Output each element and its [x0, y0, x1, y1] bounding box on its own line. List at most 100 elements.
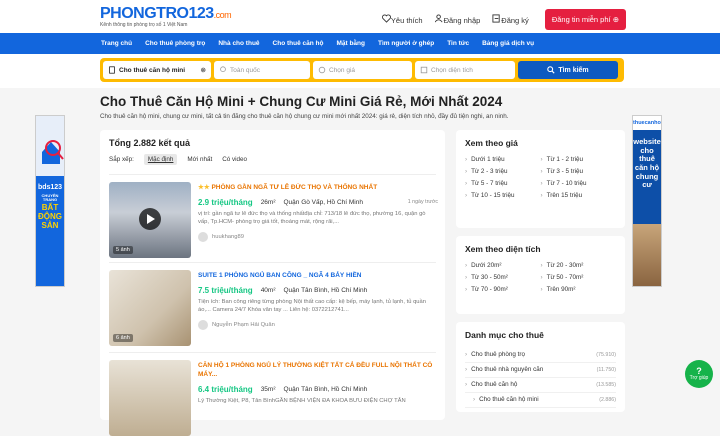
area-option[interactable]: Trên 90m²	[541, 286, 617, 293]
banner-thuecanho123[interactable]: thuecanho123.com website cho thuê căn hộ…	[632, 115, 662, 287]
category-item[interactable]: Cho thuê phòng trọ(75.910)	[465, 348, 616, 363]
price-option[interactable]: Từ 2 - 3 triệu	[465, 168, 541, 175]
price-tag-icon	[318, 66, 326, 74]
listing-desc: Tiện ích: Ban công riêng từng phòng Nội …	[198, 298, 426, 313]
building-icon	[109, 66, 115, 74]
sort-bar: Sắp xếp: Mặc định Mới nhất Có video	[109, 154, 436, 165]
listing-location: Quận Tân Bình, Hồ Chí Minh	[283, 385, 368, 393]
nav-house-rent[interactable]: Nhà cho thuê	[218, 40, 259, 47]
nav-premises[interactable]: Mặt bằng	[336, 40, 365, 47]
login-link[interactable]: Đăng nhập	[434, 14, 480, 25]
area-option[interactable]: Từ 30 - 50m²	[465, 274, 541, 281]
listing-author: Nguyễn Phạm Hải Quân	[212, 322, 275, 329]
search-icon	[547, 66, 555, 74]
area-filter-title: Xem theo diện tích	[465, 244, 541, 254]
category-item[interactable]: Cho thuê nhà nguyên căn(11.750)	[465, 363, 616, 378]
area-option[interactable]: Từ 70 - 90m²	[465, 286, 541, 293]
banner-line: SẢN	[41, 221, 59, 231]
brand-bds123: bds123	[37, 184, 63, 191]
price-option[interactable]: Từ 7 - 10 triệu	[541, 180, 617, 187]
price-option[interactable]: Trên 15 triệu	[541, 192, 617, 199]
top-header: PHONGTRO123.com Kênh thông tin phòng trọ…	[0, 0, 720, 33]
avatar	[198, 320, 208, 331]
listing-thumbnail[interactable]	[109, 360, 191, 436]
price-option[interactable]: Dưới 1 triệu	[465, 156, 541, 163]
price-filter-title: Xem theo giá	[465, 138, 518, 148]
price-filter-box: Xem theo giá Dưới 1 triệu Từ 1 - 2 triệu…	[456, 130, 625, 228]
listing-desc: vị trí: gần ngã tư lê đức thọ và thống n…	[198, 210, 426, 225]
clear-icon[interactable]: ⊗	[201, 66, 206, 74]
banner-slogan: CHUYÊN TRANG	[41, 192, 59, 203]
listing-price: 2.9 triệu/tháng	[198, 197, 253, 207]
category-title: Danh mục cho thuê	[465, 330, 544, 340]
heart-icon	[381, 14, 391, 23]
nav-room-rent[interactable]: Cho thuê phòng trọ	[145, 40, 205, 47]
listing-item[interactable]: 5 ảnh ★★ PHÒNG GẦN NGÃ TƯ LÊ ĐỨC THỌ VÀ …	[109, 174, 438, 258]
star-rating-icon: ★★	[198, 184, 210, 191]
listing-title[interactable]: PHÒNG GẦN NGÃ TƯ LÊ ĐỨC THỌ VÀ THỐNG NHẤ…	[211, 184, 377, 191]
tagline: Kênh thông tin phòng trọ số 1 Việt Nam	[100, 21, 188, 28]
location-select[interactable]: Toàn quốc	[214, 61, 310, 79]
play-icon[interactable]	[139, 208, 161, 230]
type-select[interactable]: Cho thuê căn hộ mini ⊗	[103, 61, 211, 79]
area-select[interactable]: Chọn diện tích	[415, 61, 515, 79]
listing-panel: Tổng 2.882 kết quả Sắp xếp: Mặc định Mới…	[100, 130, 445, 436]
listing-area: 35m²	[260, 385, 276, 393]
photo-count: 6 ảnh	[113, 334, 133, 342]
avatar	[198, 232, 208, 243]
listing-author: huukhang89	[212, 234, 244, 241]
result-count: Tổng 2.882 kết quả	[109, 138, 191, 148]
banner-bds123[interactable]: bds123 CHUYÊN TRANG BẤT ĐỘNG SẢN	[35, 115, 65, 287]
sort-newest[interactable]: Mới nhất	[187, 156, 212, 163]
post-listing-button[interactable]: Đăng tin miễn phí ⊕	[544, 9, 626, 30]
page-title: Cho Thuê Căn Hộ Mini + Chung Cư Mini Giá…	[100, 94, 503, 109]
nav-roommate[interactable]: Tìm người ở ghép	[378, 40, 434, 47]
listing-thumbnail[interactable]: 6 ảnh	[109, 270, 191, 346]
area-option[interactable]: Dưới 20m²	[465, 262, 541, 269]
listing-price: 6.4 triệu/tháng	[198, 384, 253, 394]
price-option[interactable]: Từ 10 - 15 triệu	[465, 192, 541, 199]
search-bar: Cho thuê căn hộ mini ⊗ Toàn quốc Chọn giá…	[100, 58, 624, 82]
listing-item[interactable]: 6 ảnh SUITE 1 PHÒNG NGỦ BAN CÔNG _ NGÃ 4…	[109, 262, 438, 346]
nav-pricing[interactable]: Bảng giá dịch vụ	[482, 40, 534, 47]
listing-price: 7.5 triệu/tháng	[198, 285, 253, 295]
listing-area: 40m²	[260, 286, 276, 294]
price-option[interactable]: Từ 5 - 7 triệu	[465, 180, 541, 187]
listing-thumbnail[interactable]: 5 ảnh	[109, 182, 191, 258]
main-nav: Trang chủ Cho thuê phòng trọ Nhà cho thu…	[0, 33, 720, 54]
register-link[interactable]: Đăng ký	[492, 14, 529, 25]
nav-apartment-rent[interactable]: Cho thuê căn hộ	[273, 40, 324, 47]
listing-title[interactable]: SUITE 1 PHÒNG NGỦ BAN CÔNG _ NGÃ 4 BẢY H…	[198, 272, 438, 281]
nav-home[interactable]: Trang chủ	[101, 40, 132, 47]
search-section: Cho thuê căn hộ mini ⊗ Toàn quốc Chọn giá…	[0, 54, 720, 88]
banner-site: thuecanho123.com	[633, 116, 661, 130]
banner-line: chung cư	[635, 171, 659, 190]
house-search-image	[36, 116, 64, 176]
sort-default[interactable]: Mặc định	[143, 154, 178, 165]
price-select[interactable]: Chọn giá	[313, 61, 412, 79]
sort-label: Sắp xếp:	[109, 156, 134, 163]
price-option[interactable]: Từ 1 - 2 triệu	[541, 156, 617, 163]
page-description: Cho thuê căn hộ mini, chung cư mini, tất…	[100, 113, 509, 120]
listing-title[interactable]: CĂN HỘ 1 PHÒNG NGỦ LÝ THƯỜNG KIỆT TẤT CẢ…	[198, 362, 438, 380]
search-button[interactable]: Tìm kiếm	[518, 61, 618, 79]
location-pin-icon	[220, 66, 226, 72]
favorite-link[interactable]: Yêu thích	[381, 14, 423, 25]
help-button[interactable]: ? Trợ giúp	[685, 360, 713, 388]
listing-area: 26m²	[260, 198, 276, 206]
listing-item[interactable]: CĂN HỘ 1 PHÒNG NGỦ LÝ THƯỜNG KIỆT TẤT CẢ…	[109, 352, 438, 436]
price-option[interactable]: Từ 3 - 5 triệu	[541, 168, 617, 175]
listing-desc: Lý Thường Kiệt, P8, Tân BìnhGẦN BỆNH VIỆ…	[198, 397, 406, 404]
category-item[interactable]: Cho thuê căn hộ mini(2.886)	[465, 393, 616, 408]
nav-news[interactable]: Tin tức	[447, 40, 469, 47]
listing-time: 1 ngày trước	[407, 199, 438, 206]
area-option[interactable]: Từ 50 - 70m²	[541, 274, 617, 281]
site-logo[interactable]: PHONGTRO123.com Kênh thông tin phòng trọ…	[100, 5, 232, 28]
listing-location: Quận Gò Vấp, Hồ Chí Minh	[283, 198, 364, 206]
category-item[interactable]: Cho thuê căn hộ(13.585)	[465, 378, 616, 393]
photo-count: 5 ảnh	[113, 246, 133, 254]
sort-video[interactable]: Có video	[222, 156, 247, 163]
apartment-image	[633, 224, 661, 286]
user-actions: Yêu thích Đăng nhập Đăng ký Đăng tin miễ…	[381, 9, 626, 30]
area-option[interactable]: Từ 20 - 30m²	[541, 262, 617, 269]
